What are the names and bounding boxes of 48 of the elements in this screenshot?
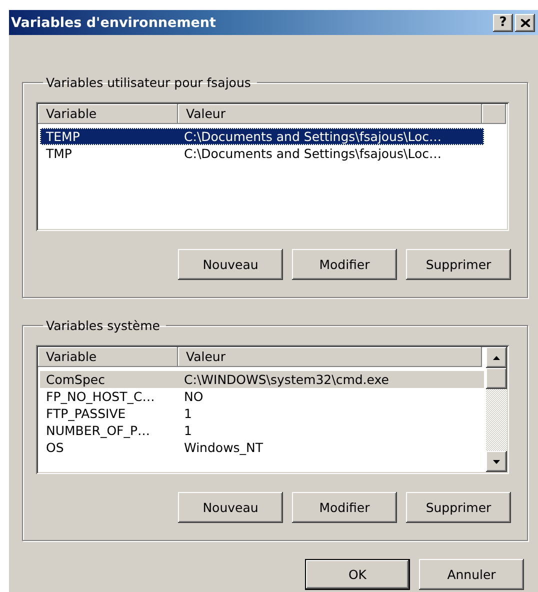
- down-arrow-icon: [493, 460, 500, 464]
- column-header[interactable]: Variable: [38, 347, 178, 367]
- variable-value: 1: [183, 422, 193, 439]
- column-header[interactable]: Variable: [38, 104, 178, 124]
- variable-row[interactable]: TMP C:\Documents and Settings\fsajous\Loc…: [40, 145, 484, 162]
- close-button[interactable]: [515, 14, 535, 32]
- variables-list[interactable]: Variable Valeur ComSpec C:\WINDOWS\system32\cmd.exe FP_NO_HOST_C… NO FTP_PASSIVE 1 NUMBER_OF_P… 1 OS Windows_NT: [36, 345, 509, 474]
- ok-button[interactable]: OK: [305, 559, 410, 590]
- variable-name: NUMBER_OF_P…: [45, 422, 152, 439]
- action-button[interactable]: Nouveau: [178, 249, 283, 280]
- variables-list[interactable]: Variable Valeur TEMP C:\Documents and Settings\fsajous\Loc… TMP C:\Documents and Settings\fsajous\Loc…: [36, 102, 509, 231]
- help-button[interactable]: ?: [493, 14, 513, 32]
- scroll-bar[interactable]: [486, 347, 507, 472]
- variable-value: NO: [183, 388, 204, 405]
- up-arrow-icon: [493, 356, 500, 360]
- variable-name: TEMP: [45, 128, 81, 145]
- window-title: Variables d'environnement: [11, 14, 217, 30]
- column-header[interactable]: Valeur: [178, 104, 482, 124]
- variable-value: 1: [183, 405, 193, 422]
- header-filler: [482, 104, 506, 124]
- group-label: Variables système: [45, 318, 161, 333]
- action-button[interactable]: Modifier: [292, 492, 397, 523]
- variable-name: OS: [45, 439, 65, 456]
- group-label: Variables utilisateur pour fsajous: [45, 75, 252, 90]
- variable-name: TMP: [45, 145, 73, 162]
- variable-row[interactable]: ComSpec C:\WINDOWS\system32\cmd.exe: [40, 371, 484, 388]
- variable-name: FP_NO_HOST_C…: [45, 388, 156, 405]
- scroll-up-button[interactable]: [486, 347, 507, 368]
- action-button[interactable]: Supprimer: [406, 249, 511, 280]
- scroll-down-button[interactable]: [486, 451, 507, 472]
- variable-row[interactable]: OS Windows_NT: [40, 439, 484, 456]
- cancel-button[interactable]: Annuler: [419, 559, 524, 590]
- variable-row[interactable]: NUMBER_OF_P… 1: [40, 422, 484, 439]
- scroll-thumb[interactable]: [486, 368, 507, 389]
- variable-value: C:\Documents and Settings\fsajous\Loc…: [183, 145, 442, 162]
- variable-row[interactable]: TEMP C:\Documents and Settings\fsajous\Loc…: [40, 128, 484, 145]
- variable-value: C:\Documents and Settings\fsajous\Loc…: [183, 128, 442, 145]
- column-header[interactable]: Valeur: [178, 347, 482, 367]
- action-button[interactable]: Modifier: [292, 249, 397, 280]
- variable-name: FTP_PASSIVE: [45, 405, 127, 422]
- variable-row[interactable]: FTP_PASSIVE 1: [40, 405, 484, 422]
- variable-value: C:\WINDOWS\system32\cmd.exe: [183, 371, 390, 388]
- action-button[interactable]: Supprimer: [406, 492, 511, 523]
- action-button[interactable]: Nouveau: [178, 492, 283, 523]
- variable-name: ComSpec: [45, 371, 106, 388]
- variable-value: Windows_NT: [183, 439, 264, 456]
- variable-row[interactable]: FP_NO_HOST_C… NO: [40, 388, 484, 405]
- close-icon[interactable]: [520, 18, 530, 26]
